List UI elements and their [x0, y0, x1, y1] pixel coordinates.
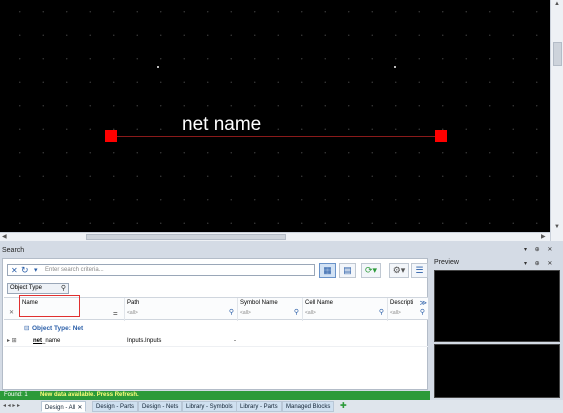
net-endpoint-right[interactable]	[435, 130, 447, 142]
tab-library-symbols[interactable]: Library - Symbols	[182, 401, 237, 412]
tab-nav-arrows[interactable]: ◂ ◂ ▸ ▸	[3, 402, 20, 409]
search-icon[interactable]: ⚲	[379, 308, 384, 316]
refresh-icon[interactable]: ↻	[21, 265, 29, 276]
column-filter[interactable]: <all>	[240, 310, 251, 316]
tab-library-parts[interactable]: Library - Parts	[236, 401, 282, 412]
refresh-message[interactable]: New data available. Press Refresh.	[40, 392, 139, 398]
collapse-icon[interactable]: ⊟	[24, 324, 29, 332]
clear-icon[interactable]: ✕	[11, 266, 18, 275]
net-wire[interactable]	[117, 136, 436, 137]
grid-marker	[394, 66, 396, 68]
search-icon[interactable]: ⚲	[294, 308, 299, 316]
column-header: Symbol Name	[240, 300, 278, 306]
scroll-right-arrow[interactable]: ▶	[541, 233, 546, 240]
object-type-filter[interactable]: Object Type ⚲	[7, 283, 69, 294]
tab-managed-blocks[interactable]: Managed Blocks	[282, 401, 335, 412]
scroll-down-arrow[interactable]: ▼	[554, 224, 560, 230]
row-symbol: -	[234, 338, 236, 344]
panel-controls[interactable]: ▾ ⊕ ✕	[524, 260, 555, 267]
net-endpoint-left[interactable]	[105, 130, 117, 142]
search-placeholder: Enter search criteria...	[45, 267, 104, 273]
column-path[interactable]: Path <all> ⚲	[124, 298, 237, 321]
horizontal-scrollbar[interactable]: ◀ ▶	[0, 232, 550, 241]
vertical-scroll-thumb[interactable]	[553, 42, 562, 66]
settings-button[interactable]: ⚙▾	[389, 263, 409, 278]
refresh-results-button[interactable]: ⟳▾	[361, 263, 381, 278]
row-name: net_name	[33, 338, 61, 344]
group-row[interactable]: ⊟ Object Type: Net	[4, 323, 428, 335]
panel-controls[interactable]: ▾ ⊕ ✕	[524, 246, 555, 253]
vertical-scrollbar[interactable]: ▲ ▼	[550, 0, 563, 241]
schematic-canvas[interactable]: net name	[0, 0, 550, 232]
tab-design-nets[interactable]: Design - Nets	[138, 401, 183, 412]
name-column-highlight	[19, 295, 80, 317]
table-view-button[interactable]: ▤	[339, 263, 356, 278]
column-symbol-name[interactable]: Symbol Name <all> ⚲	[237, 298, 302, 321]
found-count: Found: 1	[4, 392, 28, 398]
search-tabs: ◂ ◂ ▸ ▸ Design - All ✕ Design - Parts Des…	[0, 400, 563, 413]
column-filter[interactable]: <all>	[390, 310, 401, 316]
tab-design-parts[interactable]: Design - Parts	[92, 401, 139, 412]
column-header: Cell Name	[305, 300, 334, 306]
preview-bottom-pane	[434, 344, 560, 398]
clear-filter-icon[interactable]: ✕	[9, 309, 14, 316]
column-header: Path	[127, 300, 140, 306]
row-expand-icon[interactable]: ▸ ⊞	[7, 337, 17, 344]
column-header: Descripti	[390, 300, 414, 306]
object-type-label: Object Type	[10, 285, 42, 291]
search-icon[interactable]: ⚲	[229, 308, 234, 316]
column-cell-name[interactable]: Cell Name <all> ⚲	[302, 298, 387, 321]
column-filter[interactable]: <all>	[127, 310, 138, 316]
row-path: Inputs.Inputs	[127, 338, 162, 344]
net-name-label[interactable]: net name	[182, 114, 261, 136]
search-icon[interactable]: ⚲	[420, 308, 425, 316]
search-icon[interactable]: ⚲	[61, 284, 66, 292]
grid-marker	[157, 66, 159, 68]
equals-icon: =	[113, 309, 118, 318]
preview-top-pane	[434, 270, 560, 342]
search-panel-title: Search	[2, 247, 25, 254]
search-toolbar: ✕ ↻ ▾ Enter search criteria... ▦ ▤ ⟳▾ ⚙▾…	[5, 263, 428, 279]
table-row[interactable]: ▸ ⊞ net_name Inputs.Inputs -	[4, 337, 428, 347]
group-label: Object Type: Net	[32, 325, 84, 332]
search-input[interactable]: ✕ ↻ ▾ Enter search criteria...	[7, 264, 315, 276]
expand-columns-icon[interactable]: ≫	[420, 299, 427, 307]
add-tab-icon[interactable]: ✚	[340, 401, 347, 410]
status-bar: Found: 1 New data available. Press Refre…	[0, 391, 430, 400]
preview-panel-title: Preview	[434, 259, 459, 266]
grid-view-button[interactable]: ▦	[319, 263, 336, 278]
search-panel: ✕ ↻ ▾ Enter search criteria... ▦ ▤ ⟳▾ ⚙▾…	[2, 258, 428, 390]
column-description[interactable]: Descripti <all> ⚲ ≫	[387, 298, 428, 321]
chevron-down-icon[interactable]: ▾	[34, 266, 38, 274]
scroll-up-arrow[interactable]: ▲	[554, 1, 560, 7]
list-options-button[interactable]: ☰	[411, 263, 428, 278]
tab-design-all[interactable]: Design - All ✕	[41, 401, 87, 412]
horizontal-scroll-thumb[interactable]	[86, 234, 286, 240]
column-filter[interactable]: <all>	[305, 310, 316, 316]
scroll-left-arrow[interactable]: ◀	[2, 233, 7, 240]
close-icon: ✕	[77, 405, 83, 411]
